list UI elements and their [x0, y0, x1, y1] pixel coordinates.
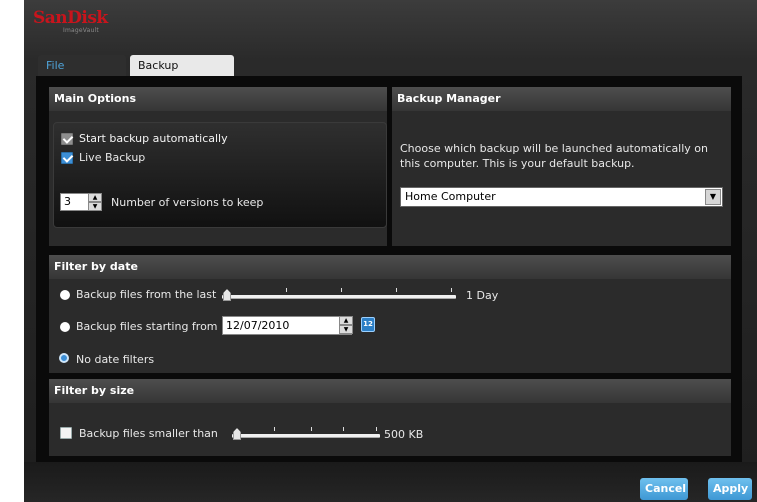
- tab-backup-settings[interactable]: Backup Settings: [130, 55, 234, 94]
- size-filter-label: Backup files smaller than: [79, 427, 218, 440]
- apply-button[interactable]: Apply: [708, 478, 752, 500]
- size-slider[interactable]: [232, 434, 380, 438]
- backup-manager-description: Choose which backup will be launched aut…: [400, 142, 709, 170]
- calendar-icon[interactable]: 12: [361, 317, 375, 332]
- start-backup-checkbox[interactable]: [61, 133, 73, 145]
- start-date-input[interactable]: 12/07/2010: [222, 316, 352, 335]
- radio-date-starting[interactable]: [60, 322, 70, 332]
- live-backup-label: Live Backup: [79, 151, 146, 164]
- versions-up-button[interactable]: ▲: [88, 193, 102, 202]
- tab-file-selection[interactable]: File Selection: [38, 55, 126, 94]
- filter-size-header: Filter by size: [49, 379, 731, 403]
- live-backup-checkbox[interactable]: [61, 152, 73, 164]
- backup-select[interactable]: Home Computer ▼: [400, 187, 723, 207]
- size-filter-checkbox[interactable]: [60, 427, 72, 439]
- filter-date-header: Filter by date: [49, 255, 731, 279]
- imagevault-logo-text: ImageVault: [63, 27, 99, 34]
- no-date-filter-label: No date filters: [76, 353, 155, 366]
- date-down-button[interactable]: ▼: [339, 325, 353, 334]
- backup-select-value: Home Computer: [405, 190, 496, 203]
- date-last-label: Backup files from the last: [76, 288, 217, 301]
- start-backup-label: Start backup automatically: [79, 132, 228, 145]
- date-up-button[interactable]: ▲: [339, 316, 353, 325]
- radio-no-date-filter[interactable]: [59, 353, 69, 363]
- versions-down-button[interactable]: ▼: [88, 202, 102, 211]
- versions-label: Number of versions to keep: [111, 196, 264, 209]
- chevron-down-icon[interactable]: ▼: [705, 189, 721, 205]
- date-last-slider[interactable]: [222, 295, 456, 299]
- backup-manager-header: Backup Manager: [392, 87, 731, 111]
- versions-input[interactable]: 3: [60, 193, 90, 211]
- size-value: 500 KB: [384, 428, 424, 441]
- cancel-button[interactable]: Cancel: [640, 478, 688, 500]
- sandisk-logo: SanDisk: [33, 8, 108, 28]
- date-starting-label: Backup files starting from: [76, 320, 218, 333]
- radio-date-last[interactable]: [60, 290, 70, 300]
- backup-manager-body: [392, 111, 731, 246]
- main-options-header: Main Options: [49, 87, 387, 111]
- date-last-value: 1 Day: [466, 289, 499, 302]
